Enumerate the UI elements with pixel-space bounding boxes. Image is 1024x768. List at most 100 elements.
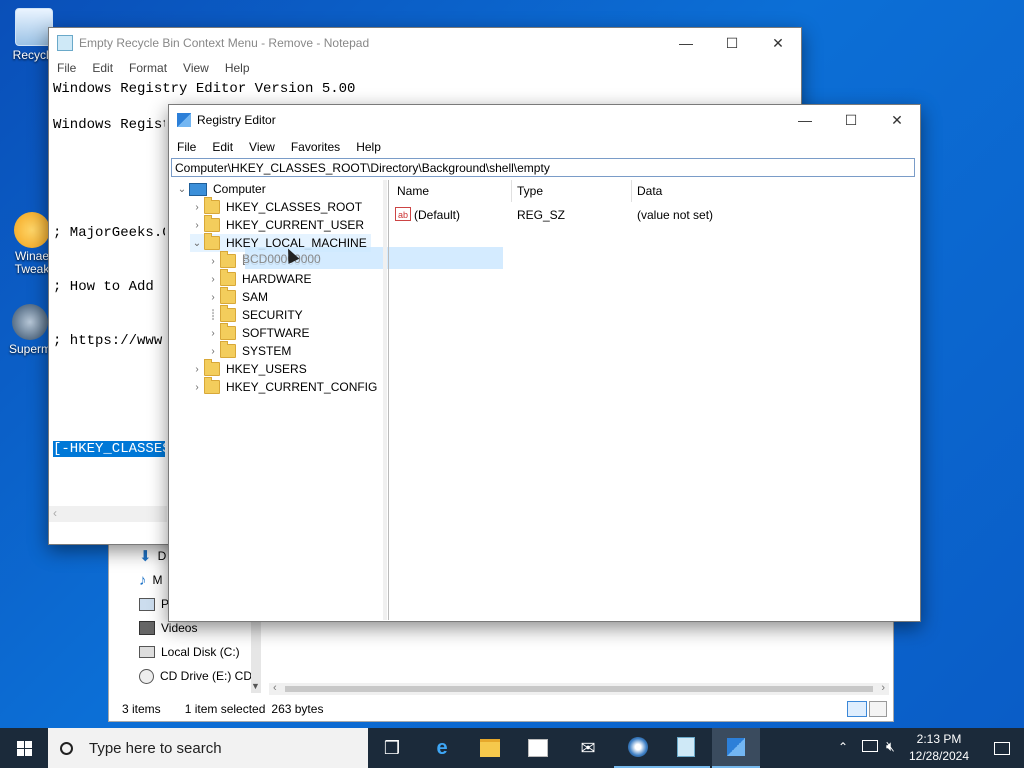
edge-button[interactable]: e	[418, 728, 466, 768]
text-line-selected: [-HKEY_CLASSES_	[53, 440, 165, 458]
notepad-hscrollbar[interactable]: ‹	[49, 506, 167, 522]
close-button[interactable]: ✕	[874, 105, 920, 135]
scroll-thumb[interactable]	[285, 686, 873, 692]
notifications-button[interactable]	[980, 728, 1024, 768]
nav-item-music[interactable]: ♪ M	[139, 571, 163, 589]
notepad-menubar: File Edit Format View Help	[49, 58, 801, 78]
chevron-right-icon[interactable]: ›	[206, 292, 220, 303]
show-hidden-icons-button[interactable]: ⌃	[838, 740, 848, 754]
chevron-down-icon[interactable]: ⌄	[175, 184, 189, 195]
nav-item-cd-drive[interactable]: CD Drive (E:) CDF	[139, 667, 259, 685]
large-icons-view-icon[interactable]	[869, 701, 887, 717]
menu-help[interactable]: Help	[348, 140, 389, 154]
nav-item-downloads[interactable]: ⬇ D	[139, 547, 166, 565]
folder-icon	[220, 287, 236, 304]
horizontal-scrollbar[interactable]: ‹ ›	[269, 682, 889, 695]
menu-file[interactable]: File	[49, 61, 84, 75]
regedit-app-icon	[177, 113, 191, 127]
notepad-titlebar[interactable]: Empty Recycle Bin Context Menu - Remove …	[49, 28, 801, 58]
task-view-button[interactable]: ❒	[368, 728, 416, 768]
pictures-icon	[139, 597, 155, 611]
column-header-data[interactable]: Data	[637, 184, 662, 198]
menu-edit[interactable]: Edit	[204, 140, 241, 154]
tree-node-hkcr[interactable]: › HKEY_CLASSES_ROOT	[190, 197, 362, 216]
minimize-button[interactable]: —	[782, 105, 828, 135]
value-row[interactable]: ab (Default) REG_SZ (value not set)	[389, 206, 919, 224]
tree-node-hkcu[interactable]: › HKEY_CURRENT_USER	[190, 215, 364, 234]
notepad-text-area[interactable]: Windows Registry Editor Version 5.00 ; M…	[53, 80, 165, 510]
regedit-taskbar-button[interactable]	[712, 728, 760, 768]
tree-node-system[interactable]: › SYSTEM	[206, 341, 291, 360]
column-header-name[interactable]: Name	[397, 184, 429, 198]
menu-file[interactable]: File	[169, 140, 204, 154]
mail-button[interactable]: ✉	[564, 728, 612, 768]
notepad-app-icon	[57, 35, 73, 51]
scroll-left-icon[interactable]: ‹	[273, 682, 277, 694]
text-line	[53, 386, 165, 404]
column-divider[interactable]	[631, 180, 632, 202]
chevron-down-icon[interactable]: ⌄	[190, 238, 204, 249]
menu-format[interactable]: Format	[121, 61, 175, 75]
tree-node-computer[interactable]: ⌄ Computer	[175, 180, 266, 198]
values-pane: Name Type Data ab (Default) REG_SZ (valu…	[388, 180, 919, 620]
regedit-title: Registry Editor	[197, 113, 276, 127]
text-line: Windows Registry Editor Version 5.00	[53, 117, 165, 133]
nav-scroll-down-icon[interactable]: ▼	[251, 681, 260, 691]
scroll-left-icon[interactable]: ‹	[53, 506, 57, 520]
menu-edit[interactable]: Edit	[84, 61, 121, 75]
value-type: REG_SZ	[517, 208, 566, 222]
network-icon[interactable]	[862, 740, 878, 752]
folder-icon	[220, 323, 236, 340]
menu-help[interactable]: Help	[217, 61, 258, 75]
start-button[interactable]	[0, 728, 48, 768]
maximize-button[interactable]: ☐	[709, 28, 755, 58]
notification-icon	[994, 741, 1010, 755]
pane-splitter[interactable]	[383, 180, 387, 620]
chevron-right-icon[interactable]: ›	[206, 346, 220, 357]
close-button[interactable]: ✕	[755, 28, 801, 58]
chevron-right-icon[interactable]: ›	[190, 382, 204, 393]
menu-favorites[interactable]: Favorites	[283, 140, 348, 154]
value-name: (Default)	[414, 208, 461, 222]
notepad-taskbar-button[interactable]	[662, 728, 710, 768]
file-explorer-button[interactable]	[466, 728, 514, 768]
chevron-right-icon[interactable]: ›	[190, 220, 204, 231]
values-header: Name Type Data	[389, 180, 919, 202]
chevron-right-icon[interactable]: ›	[206, 328, 220, 339]
search-box[interactable]: Type here to search	[48, 728, 368, 768]
chevron-right-icon[interactable]: ›	[206, 256, 220, 267]
regedit-titlebar[interactable]: Registry Editor — ☐ ✕	[169, 105, 920, 135]
task-view-icon: ❒	[383, 737, 401, 758]
tree-node-hku[interactable]: › HKEY_USERS	[190, 359, 307, 378]
status-item-count: 3 items	[122, 702, 161, 716]
tree-connector: ┊	[209, 309, 217, 321]
volume-muted-icon[interactable]: 🔇︎	[886, 738, 895, 755]
regedit-menubar: File Edit View Favorites Help	[169, 137, 920, 157]
scroll-right-icon[interactable]: ›	[881, 682, 885, 694]
text-line: ; https://www.m	[53, 333, 165, 349]
tree-node-hkcc[interactable]: › HKEY_CURRENT_CONFIG	[190, 377, 377, 396]
column-divider[interactable]	[511, 180, 512, 202]
nav-item-pictures[interactable]: P	[139, 595, 169, 613]
tree-node-software[interactable]: › SOFTWARE	[206, 323, 310, 342]
chevron-right-icon[interactable]: ›	[190, 364, 204, 375]
details-view-icon[interactable]	[847, 701, 867, 717]
supermium-icon	[628, 737, 648, 757]
maximize-button[interactable]: ☐	[828, 105, 874, 135]
tree-node-hardware[interactable]: › HARDWARE	[206, 269, 312, 288]
minimize-button[interactable]: —	[663, 28, 709, 58]
column-header-type[interactable]: Type	[517, 184, 543, 198]
address-bar[interactable]: Computer\HKEY_CLASSES_ROOT\Directory\Bac…	[171, 158, 915, 177]
supermium-taskbar-button[interactable]	[614, 728, 662, 768]
tree-node-sam[interactable]: › SAM	[206, 287, 268, 306]
menu-view[interactable]: View	[241, 140, 283, 154]
clock[interactable]: 2:13 PM 12/28/2024	[900, 731, 978, 765]
nav-item-local-disk[interactable]: Local Disk (C:)	[139, 643, 240, 661]
menu-view[interactable]: View	[175, 61, 217, 75]
store-button[interactable]	[514, 728, 562, 768]
tree-node-security[interactable]: ┊ SECURITY	[206, 305, 303, 324]
download-icon: ⬇	[139, 548, 152, 565]
chevron-right-icon[interactable]: ›	[206, 274, 220, 285]
notepad-title: Empty Recycle Bin Context Menu - Remove …	[79, 36, 370, 50]
chevron-right-icon[interactable]: ›	[190, 202, 204, 213]
